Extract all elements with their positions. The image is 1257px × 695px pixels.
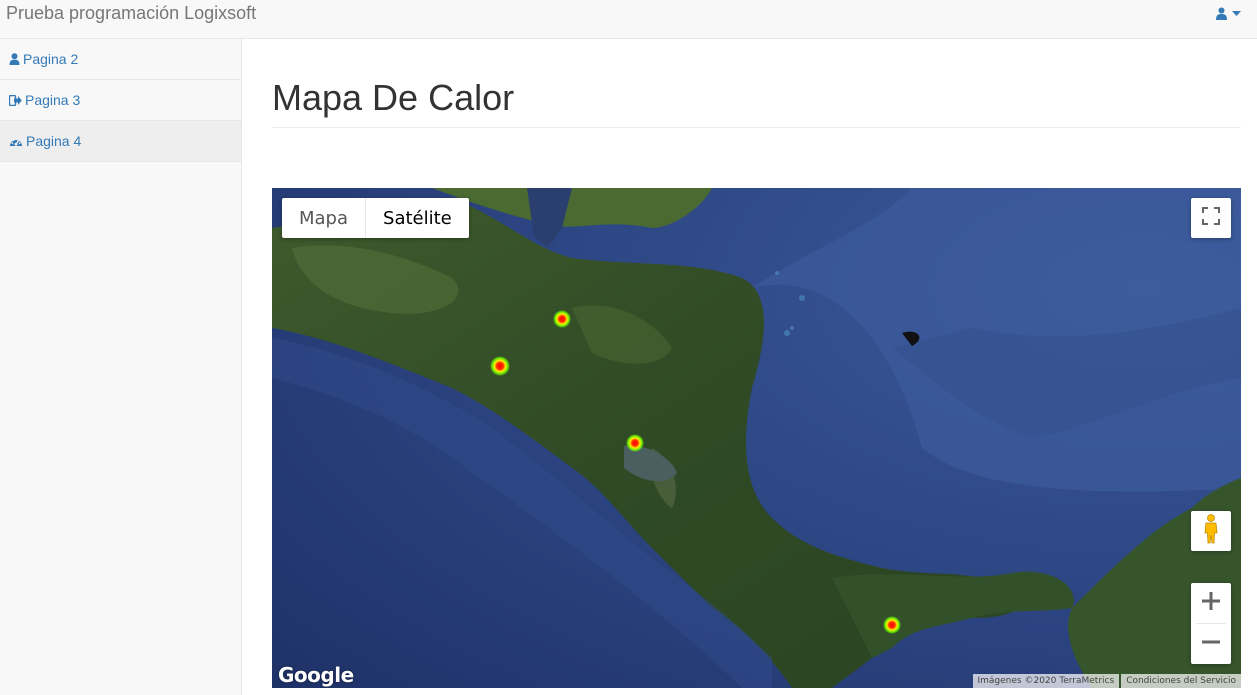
- plus-icon: [1202, 591, 1220, 615]
- zoom-out-button[interactable]: [1191, 624, 1231, 664]
- sidebar-item-label: Pagina 2: [23, 51, 79, 67]
- sidebar: Pagina 2 Pagina 3 Pagina 4: [0, 39, 242, 695]
- terms-link[interactable]: Condiciones del Servicio: [1121, 674, 1241, 688]
- app-brand[interactable]: Prueba programación Logixsoft: [6, 4, 256, 22]
- user-icon: [1216, 7, 1227, 20]
- zoom-in-button[interactable]: [1191, 583, 1231, 623]
- map-type-control: Mapa Satélite: [282, 198, 469, 238]
- sidebar-item-pagina-3[interactable]: Pagina 3: [0, 80, 241, 121]
- pegman-icon: [1203, 513, 1219, 549]
- dashboard-icon: [9, 136, 23, 147]
- sidebar-item-pagina-2[interactable]: Pagina 2: [0, 39, 241, 80]
- heatmap-map[interactable]: Mapa Satélite Google Imágenes ©2020 Terr…: [272, 188, 1241, 688]
- sidebar-item-label: Pagina 3: [25, 92, 81, 108]
- sidebar-item-pagina-4[interactable]: Pagina 4: [0, 121, 241, 162]
- map-type-satellite-button[interactable]: Satélite: [366, 198, 469, 238]
- heat-point: [490, 356, 510, 376]
- fullscreen-button[interactable]: [1191, 198, 1231, 238]
- user-menu-toggle[interactable]: [1216, 7, 1241, 20]
- satellite-imagery: [272, 188, 1241, 688]
- map-type-map-button[interactable]: Mapa: [282, 198, 367, 238]
- street-view-pegman-button[interactable]: [1191, 511, 1231, 551]
- zoom-control: [1191, 583, 1231, 664]
- top-navbar: Prueba programación Logixsoft: [0, 0, 1257, 39]
- google-logo: Google: [278, 663, 354, 687]
- heat-point: [553, 310, 571, 328]
- sign-out-icon: [9, 94, 22, 106]
- imagery-credit: Imágenes ©2020 TerraMetrics: [972, 674, 1120, 688]
- heat-point: [883, 616, 901, 634]
- map-attribution: Imágenes ©2020 TerraMetrics Condiciones …: [972, 674, 1241, 688]
- fullscreen-icon: [1202, 206, 1220, 230]
- user-icon: [9, 53, 20, 65]
- caret-down-icon: [1232, 10, 1241, 17]
- page-title: Mapa De Calor: [272, 77, 515, 118]
- minus-icon: [1202, 633, 1220, 656]
- title-divider: [272, 127, 1241, 128]
- heat-point: [626, 434, 644, 452]
- sidebar-item-label: Pagina 4: [26, 133, 82, 149]
